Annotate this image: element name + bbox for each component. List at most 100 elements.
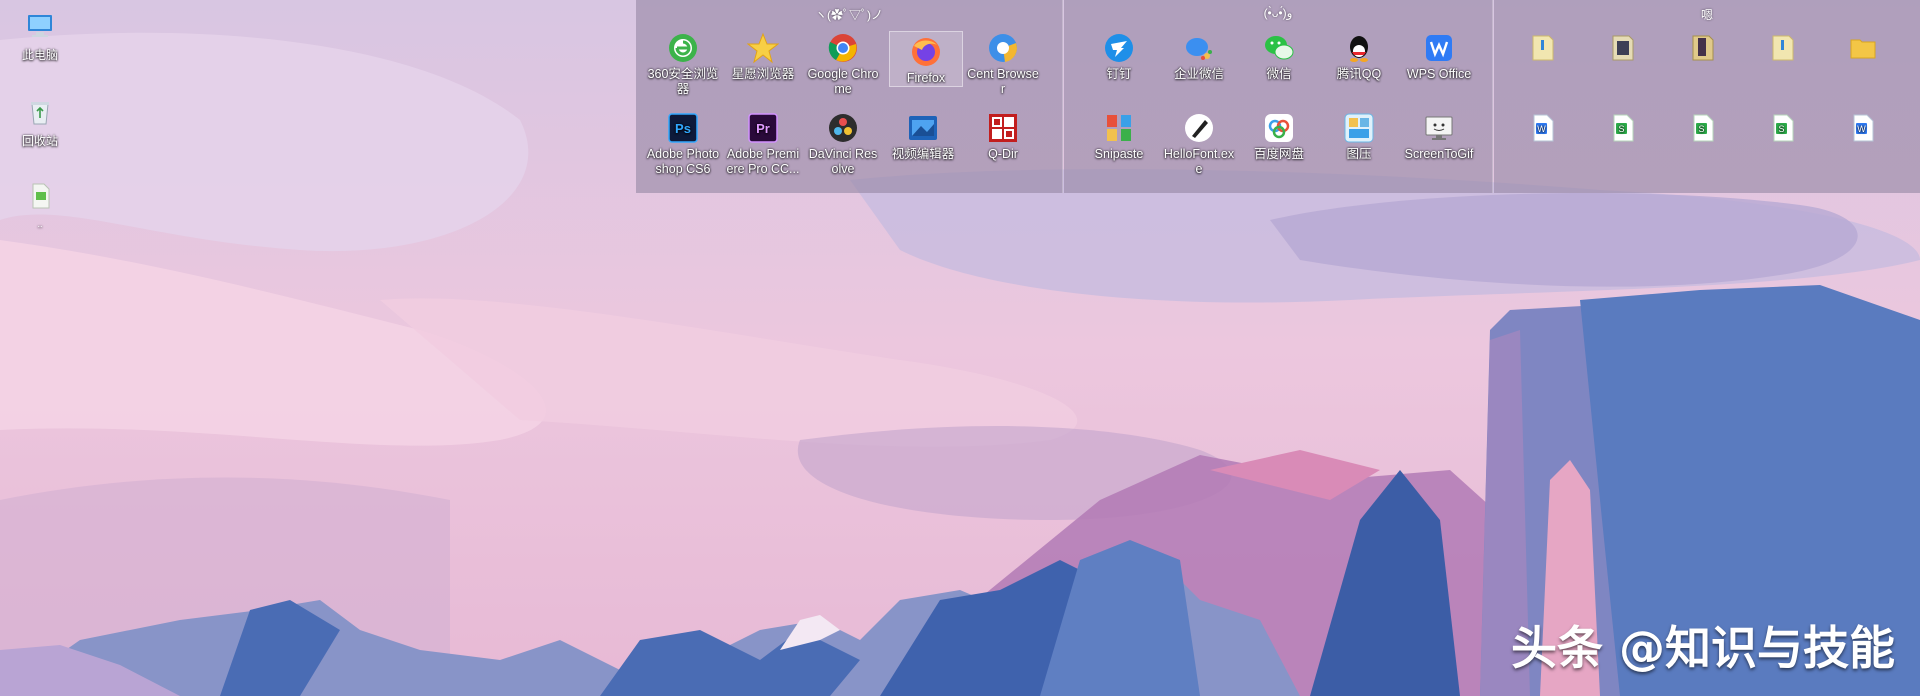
fence-title: (•̀ᴗ•́)و (1263, 6, 1293, 20)
shortcut-baidu-netdisk[interactable]: 百度网盘 (1242, 108, 1316, 186)
word-doc-icon: W (1533, 114, 1554, 142)
shortcut-label: Google Chrome (807, 67, 879, 96)
recycle-bin-icon (31, 102, 49, 125)
shortcut-label: 图压 (1346, 147, 1372, 161)
file-item[interactable]: S (1746, 108, 1820, 186)
file-item[interactable] (1506, 28, 1580, 106)
file-item[interactable] (1586, 28, 1660, 106)
desktop-icon-label: 此电脑 (21, 48, 58, 62)
shortcut-label: Firefox (906, 71, 946, 85)
wps-icon (1426, 35, 1452, 61)
desktop-icon-computer[interactable]: 此电脑 (5, 10, 75, 63)
hellofont-icon (1185, 114, 1213, 142)
file-item[interactable]: W (1826, 108, 1900, 186)
shortcut-label: ScreenToGif (1404, 147, 1474, 161)
svg-text:Pr: Pr (756, 121, 770, 136)
shortcut-label: 企业微信 (1173, 67, 1224, 81)
svg-text:S: S (1698, 124, 1704, 134)
shortcut-dingtalk[interactable]: 钉钉 (1082, 28, 1156, 106)
shortcut-snipaste[interactable]: Snipaste (1082, 108, 1156, 186)
sheet-doc-icon: S (1773, 114, 1794, 142)
video-editor-icon (909, 116, 937, 140)
word-doc-icon: W (1853, 114, 1874, 142)
shortcut-wechat[interactable]: 微信 (1242, 28, 1316, 106)
folder-icon (1532, 35, 1554, 61)
shortcut-firefox[interactable]: Firefox (889, 31, 963, 87)
desktop-icon-label: 回收站 (21, 134, 58, 148)
fence-title: 嗯 (1700, 8, 1713, 22)
shortcut-tuya[interactable]: 图压 (1322, 108, 1396, 186)
shortcut-qdir[interactable]: Q-Dir (966, 108, 1040, 186)
star-browser-icon (747, 32, 779, 64)
qdir-icon (989, 114, 1017, 142)
shortcut-label: Adobe Premiere Pro CC... (726, 147, 800, 176)
shortcut-label: 视频编辑器 (891, 147, 955, 161)
firefox-icon (912, 38, 940, 66)
shortcut-star-browser[interactable]: 星愿浏览器 (726, 28, 800, 106)
shortcut-label: WPS Office (1406, 67, 1472, 81)
shortcut-hellofont[interactable]: HelloFont.exe (1162, 108, 1236, 186)
shortcut-photoshop[interactable]: Ps Adobe Photoshop CS6 (646, 108, 720, 186)
dingtalk-icon (1105, 34, 1133, 62)
shortcut-label: 百度网盘 (1253, 147, 1304, 161)
document-icon (32, 183, 50, 209)
folder-icon (1772, 35, 1794, 61)
fence-files[interactable]: 嗯 W S S S W (1494, 0, 1920, 193)
desktop-icon-recycle-bin[interactable]: 回收站 (5, 96, 75, 149)
fence-browsers[interactable]: ヽ(✿ﾟ▽ﾟ)ノ 360安全浏览器 星愿浏览器 Google Chrome Fi… (636, 0, 1063, 193)
file-item[interactable]: S (1666, 108, 1740, 186)
shortcut-label: 腾讯QQ (1336, 67, 1382, 81)
desktop-icon-label: .. (37, 219, 43, 229)
svg-text:Ps: Ps (675, 121, 691, 136)
shortcut-label: 360安全浏览器 (647, 67, 719, 96)
file-item[interactable]: S (1586, 108, 1660, 186)
file-item[interactable] (1666, 28, 1740, 106)
watermark: 头条 @知识与技能 (1510, 621, 1895, 675)
qq-icon (1350, 36, 1368, 62)
davinci-icon (829, 114, 857, 142)
svg-text:S: S (1778, 124, 1784, 134)
svg-text:W: W (1537, 124, 1546, 134)
shortcut-premiere[interactable]: Pr Adobe Premiere Pro CC... (726, 108, 800, 186)
fence-tools[interactable]: (•̀ᴗ•́)و 钉钉 企业微信 微信 腾讯QQ WPS Office Snip… (1064, 0, 1493, 193)
shortcut-video-editor[interactable]: 视频编辑器 (886, 108, 960, 186)
shortcut-label: 星愿浏览器 (731, 67, 795, 81)
folder-icon (1612, 35, 1634, 61)
svg-text:S: S (1618, 124, 1624, 134)
baidu-netdisk-icon (1265, 114, 1293, 142)
desktop: 此电脑 回收站 .. ヽ(✿ﾟ▽ﾟ)ノ 360安全浏览器 星愿浏览器 Googl… (0, 0, 1920, 696)
shortcut-label: DaVinci Resolve (808, 147, 878, 176)
shortcut-cent-browser[interactable]: Cent Browser (966, 28, 1040, 106)
shortcut-label: 钉钉 (1106, 67, 1132, 81)
wechat-icon (1265, 36, 1294, 60)
shortcut-davinci[interactable]: DaVinci Resolve (806, 108, 880, 186)
photoshop-icon: Ps (668, 113, 698, 143)
chrome-icon (828, 34, 857, 62)
shortcut-wps[interactable]: WPS Office (1402, 28, 1476, 106)
tuya-icon (1344, 113, 1374, 143)
file-item[interactable] (1746, 28, 1820, 106)
folder-icon (1692, 35, 1714, 61)
desktop-icon-document[interactable]: .. (5, 180, 75, 230)
sheet-doc-icon: S (1613, 114, 1634, 142)
computer-icon (28, 15, 52, 37)
file-item[interactable]: W (1506, 108, 1580, 186)
shortcut-label: Adobe Photoshop CS6 (646, 147, 720, 176)
cent-browser-icon (989, 34, 1017, 62)
shortcut-qq[interactable]: 腾讯QQ (1322, 28, 1396, 106)
shortcut-label: HelloFont.exe (1163, 147, 1235, 176)
shortcut-screentogif[interactable]: ScreenToGif (1402, 108, 1476, 186)
360-browser-icon (669, 34, 697, 62)
snipaste-icon (1107, 115, 1131, 141)
shortcut-label: 微信 (1266, 67, 1292, 81)
shortcut-360-browser[interactable]: 360安全浏览器 (646, 28, 720, 106)
svg-text:W: W (1857, 124, 1866, 134)
shortcut-google-chrome[interactable]: Google Chrome (806, 28, 880, 106)
shortcut-wecom[interactable]: 企业微信 (1162, 28, 1236, 106)
shortcut-label: Q-Dir (988, 147, 1018, 161)
shortcut-label: Snipaste (1094, 147, 1144, 161)
screentogif-icon (1425, 116, 1453, 140)
shortcut-label: Cent Browser (967, 67, 1039, 96)
fence-title: ヽ(✿ﾟ▽ﾟ)ノ (815, 8, 883, 22)
file-item[interactable] (1826, 28, 1900, 106)
